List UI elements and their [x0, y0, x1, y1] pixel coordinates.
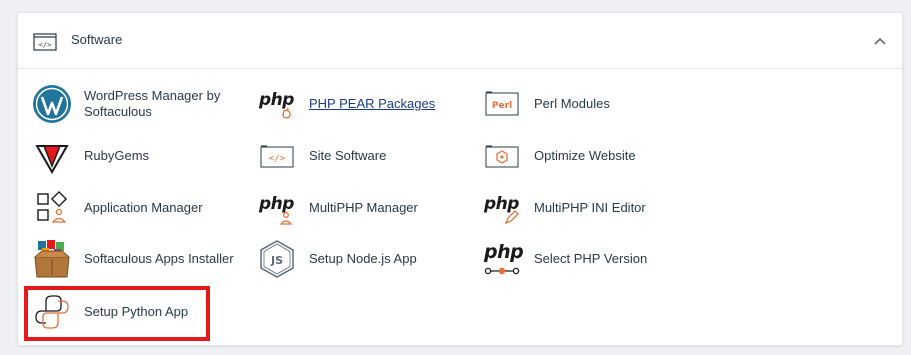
- ruby-gem-icon: [32, 136, 72, 176]
- item-setup-python[interactable]: Setup Python App: [32, 292, 188, 332]
- chevron-up-icon[interactable]: [872, 33, 888, 49]
- item-multiphp-manager[interactable]: php MultiPHP Manager: [257, 188, 418, 228]
- code-window-icon: </>: [257, 136, 297, 176]
- item-label: Application Manager: [84, 200, 203, 215]
- software-panel: </> Software WordPress Manager by Softac…: [17, 12, 903, 346]
- svg-text:</>: </>: [39, 41, 52, 49]
- item-select-php-version[interactable]: php Select PHP Version: [482, 239, 647, 279]
- svg-text:Perl: Perl: [492, 101, 512, 111]
- python-icon: [32, 292, 72, 332]
- item-wordpress-manager[interactable]: WordPress Manager by Softaculous: [32, 84, 234, 124]
- item-label: Optimize Website: [534, 148, 636, 163]
- section-title: Software: [71, 32, 123, 47]
- item-label: Select PHP Version: [534, 251, 648, 266]
- code-window-icon: </>: [33, 33, 57, 51]
- wordpress-icon: [32, 84, 72, 124]
- php-version-icon: php: [482, 239, 524, 279]
- item-label: PHP PEAR Packages: [309, 96, 436, 111]
- item-perl-modules[interactable]: Perl Perl Modules: [482, 84, 610, 124]
- item-label: Setup Python App: [84, 304, 189, 319]
- item-softaculous-installer[interactable]: Softaculous Apps Installer: [32, 239, 234, 279]
- svg-text:</>: </>: [269, 154, 286, 164]
- php-edit-icon: php: [482, 188, 522, 228]
- softaculous-box-icon: [32, 239, 72, 279]
- svg-text:JS: JS: [270, 254, 283, 267]
- php-user-icon: php: [257, 188, 297, 228]
- item-php-pear[interactable]: php PHP PEAR Packages: [257, 84, 435, 124]
- item-rubygems[interactable]: RubyGems: [32, 136, 149, 176]
- item-label: MultiPHP Manager: [309, 200, 418, 215]
- item-site-software[interactable]: </> Site Software: [257, 136, 386, 176]
- item-label: Perl Modules: [534, 96, 610, 111]
- php-pear-icon: php: [257, 84, 297, 124]
- item-label: RubyGems: [84, 148, 150, 163]
- item-label: WordPress Manager by Softaculous: [84, 88, 221, 119]
- item-label: Softaculous Apps Installer: [84, 251, 234, 266]
- item-optimize-website[interactable]: Optimize Website: [482, 136, 636, 176]
- panel-header[interactable]: </> Software: [18, 13, 902, 69]
- item-label: Setup Node.js App: [309, 251, 417, 266]
- nodejs-icon: JS: [257, 239, 297, 279]
- app-grid-icon: [32, 188, 72, 228]
- item-multiphp-ini-editor[interactable]: php MultiPHP INI Editor: [482, 188, 646, 228]
- item-application-manager[interactable]: Application Manager: [32, 188, 203, 228]
- perl-icon: Perl: [482, 84, 522, 124]
- item-label: MultiPHP INI Editor: [534, 200, 646, 215]
- item-label: Site Software: [309, 148, 387, 163]
- item-setup-nodejs[interactable]: JS Setup Node.js App: [257, 239, 417, 279]
- optimize-icon: [482, 136, 522, 176]
